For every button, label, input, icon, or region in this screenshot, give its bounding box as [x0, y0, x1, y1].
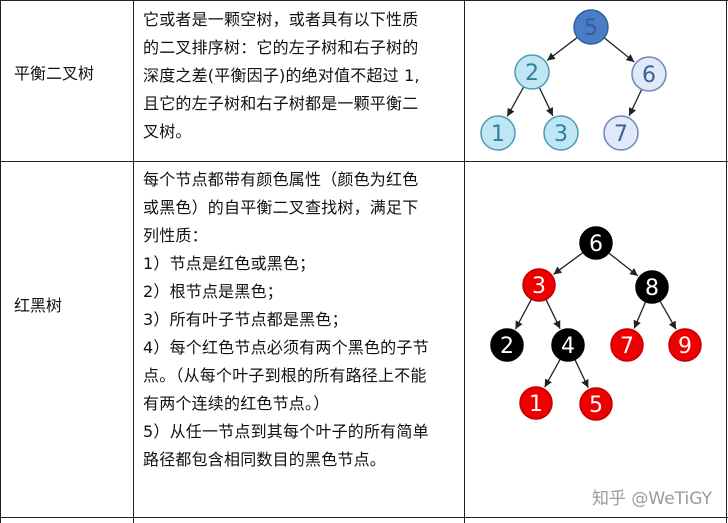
watermark: 知乎 @WeTiGY: [592, 489, 712, 509]
tree-edge: [608, 252, 639, 277]
desc-line: 5）从任一节点到其每个叶子的所有简单: [143, 422, 429, 441]
balanced-tree-diagram: 5 2 6 1 3 7: [480, 9, 667, 151]
tree-node-label: 7: [614, 122, 628, 147]
desc-line: 点。（从每个叶子到根的所有路径上不能: [143, 366, 427, 385]
tree-node-label: 4: [561, 334, 575, 359]
tree-node: 2: [490, 328, 524, 362]
description-balanced-tree: 它或者是一颗空树，或者具有以下性质 的二叉排序树：它的左子树和右子树的 深度之差…: [143, 8, 455, 146]
row-label-red-black-tree: 红黑树: [14, 296, 63, 315]
tree-node-label: 3: [532, 274, 546, 299]
desc-line: 1）节点是红色或黑色；: [143, 254, 316, 273]
desc-line: 2）根节点是黑色；: [143, 282, 283, 301]
tree-node: 5: [579, 387, 613, 421]
tree-node-label: 7: [620, 334, 634, 359]
description-red-black-tree: 每个节点都带有颜色属性（颜色为红色 或黑色）的自平衡二叉查找树，满足下 列性质：…: [143, 168, 455, 474]
tree-node: 6: [579, 226, 613, 260]
tree-node-label: 3: [554, 122, 568, 147]
tree-node: 7: [603, 115, 639, 151]
tree-node: 3: [522, 268, 556, 302]
tree-node: 4: [551, 328, 585, 362]
column-divider-1: [133, 0, 134, 523]
table-border-right: [726, 0, 727, 523]
tree-edge: [546, 36, 578, 61]
desc-line: 3）所有叶子节点都是黑色；: [143, 310, 348, 329]
desc-line: 叉树。: [143, 122, 192, 141]
tree-edge: [603, 37, 635, 63]
table-border-left: [0, 0, 1, 523]
tree-node: 6: [631, 56, 667, 92]
tree-node-label: 6: [589, 232, 603, 257]
desc-line: 有两个连续的红色节点。）: [143, 394, 330, 413]
tree-node-label: 5: [589, 393, 603, 418]
table-border-bottom: [0, 517, 728, 518]
desc-line: 它或者是一颗空树，或者具有以下性质: [143, 10, 419, 29]
tree-node: 3: [543, 115, 579, 151]
tree-node: 1: [519, 386, 553, 420]
desc-line: 路径都包含相同数目的黑色节点。: [143, 450, 387, 469]
tree-edge: [514, 298, 533, 330]
tree-node: 7: [610, 328, 644, 362]
tree-node: 2: [514, 54, 550, 90]
tree-edge: [659, 300, 677, 330]
desc-line: 或黑色）的自平衡二叉查找树，满足下: [143, 198, 419, 217]
tree-edge: [628, 89, 643, 117]
tree-edge: [633, 301, 647, 329]
tree-node-label: 1: [529, 392, 543, 417]
tree-node-label: 9: [678, 334, 692, 359]
desc-line: 每个节点都带有颜色属性（颜色为红色: [143, 170, 419, 189]
tree-edge: [544, 358, 561, 388]
tree-edge: [553, 251, 584, 275]
tree-node: 9: [668, 328, 702, 362]
tree-node-label: 5: [584, 16, 598, 41]
row-label-balanced-tree: 平衡二叉树: [14, 64, 95, 83]
desc-line: 列性质：: [143, 226, 208, 245]
tree-node-label: 1: [491, 122, 505, 147]
tree-node: 5: [573, 9, 609, 45]
tree-node: 1: [480, 115, 516, 151]
tree-edge: [538, 87, 554, 117]
desc-line: 的二叉排序树：它的左子树和右子树的: [143, 38, 419, 57]
tree-node-label: 8: [645, 276, 659, 301]
red-black-tree-diagram: 6 3 8 2 4 7 9 1 5: [490, 226, 702, 421]
desc-line: 4）每个红色节点必须有两个黑色的子节: [143, 338, 429, 357]
desc-line: 且它的左子树和右子树都是一颗平衡二: [143, 94, 419, 113]
tree-node-label: 2: [525, 61, 539, 86]
tree-node-label: 6: [642, 63, 656, 88]
tree-edge: [545, 299, 561, 330]
desc-line: 深度之差(平衡因子)的绝对值不超过 1,: [143, 66, 420, 85]
tree-edge: [574, 359, 589, 389]
tree-node-label: 2: [500, 334, 514, 359]
tree-node: 8: [635, 270, 669, 304]
tree-edge: [506, 86, 525, 117]
